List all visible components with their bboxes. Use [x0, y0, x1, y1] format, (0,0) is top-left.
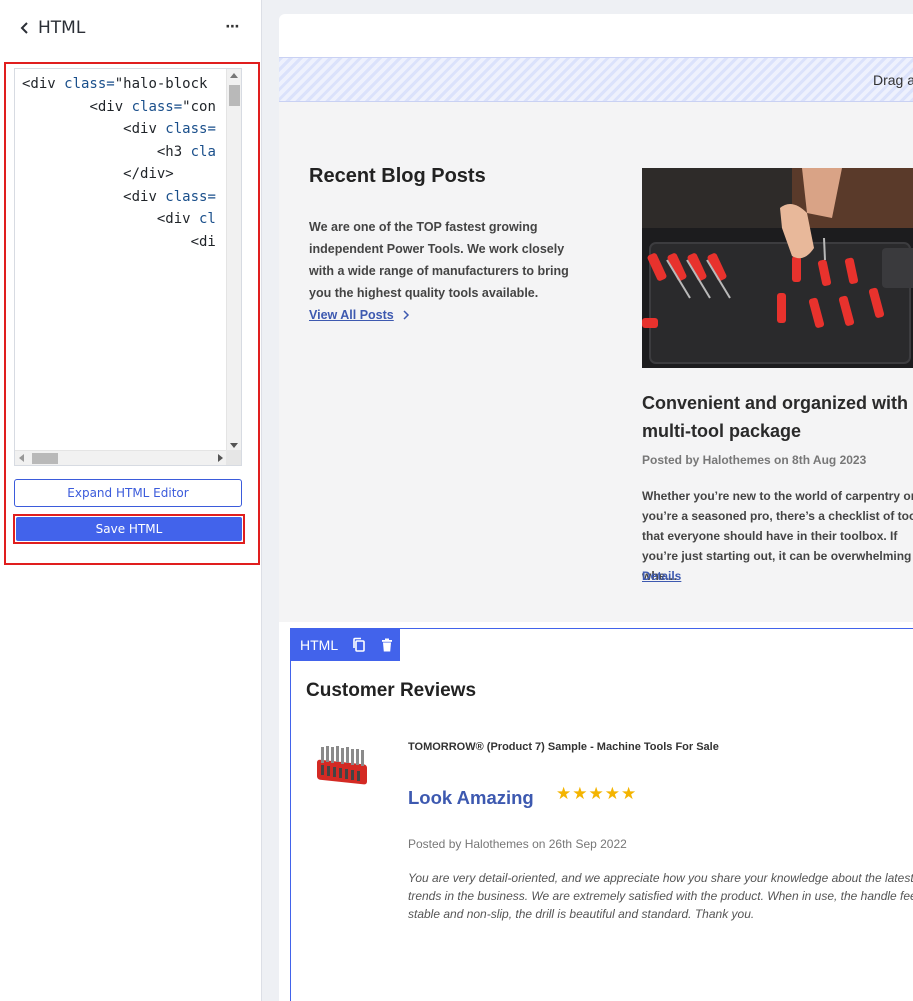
code-attr: class= [123, 98, 183, 115]
blog-post-image[interactable] [642, 168, 913, 368]
code-tag: <div [123, 188, 157, 205]
scroll-down-icon[interactable] [230, 443, 238, 448]
code-line[interactable]: </div> [22, 163, 216, 186]
review-body: You are very detail-oriented, and we app… [408, 871, 913, 921]
save-html-button[interactable]: Save HTML [16, 517, 242, 541]
horizontal-scroll-thumb[interactable] [32, 453, 58, 464]
vertical-scroll-thumb[interactable] [229, 85, 240, 106]
scroll-left-icon[interactable] [19, 454, 24, 462]
blog-post-meta: Posted by Halothemes on 8th Aug 2023 [642, 453, 867, 467]
blog-section[interactable]: Recent Blog Posts We are one of the TOP … [279, 102, 913, 622]
more-options-icon[interactable]: ⋯ [222, 17, 242, 37]
code-tag: </div> [123, 166, 174, 182]
reviews-heading: Customer Reviews [306, 680, 477, 701]
scroll-up-icon[interactable] [230, 73, 238, 78]
code-lines: <div class="halo-block <div class="con <… [22, 73, 216, 253]
code-attr: cl [190, 211, 216, 227]
blog-post-title[interactable]: Convenient and organized with multi-tool… [642, 389, 913, 445]
back-button[interactable]: HTML [18, 17, 98, 39]
review-meta: Posted by Halothemes on 26th Sep 2022 [408, 837, 627, 851]
code-attr: cla [182, 143, 216, 160]
drag-drop-zone[interactable]: Drag a [279, 57, 913, 102]
view-all-label: View All Posts [309, 308, 394, 322]
code-value: "halo-block [114, 76, 208, 92]
code-line[interactable]: <di [22, 231, 216, 254]
tool-case-photo [642, 168, 913, 368]
code-tag: <di [190, 233, 216, 250]
block-type-label: HTML [300, 637, 339, 653]
expand-html-editor-button[interactable]: Expand HTML Editor [14, 479, 242, 507]
blog-post-details-link[interactable]: Details [642, 569, 681, 583]
code-line[interactable]: <div class= [22, 186, 216, 209]
bit-set-photo [317, 746, 367, 785]
review-product-image[interactable] [313, 737, 373, 787]
code-line[interactable]: <div class="halo-block [22, 73, 216, 96]
vertical-scrollbar[interactable] [226, 69, 241, 452]
code-line[interactable]: <div cl [22, 208, 216, 231]
review-product-name[interactable]: TOMORROW® (Product 7) Sample - Machine T… [408, 741, 719, 753]
view-all-posts-link[interactable]: View All Posts [309, 308, 410, 322]
code-attr: class= [156, 188, 216, 205]
blog-description: We are one of the TOP fastest growing in… [309, 220, 569, 300]
chevron-left-icon [20, 22, 28, 34]
scroll-corner [226, 450, 241, 465]
html-code-editor[interactable]: <div class="halo-block <div class="con <… [14, 68, 242, 466]
code-tag: <div [89, 98, 124, 115]
panel-title: HTML [38, 18, 86, 38]
save-button-highlight: Save HTML [13, 514, 245, 544]
drag-hint: Drag a [873, 72, 913, 88]
html-settings-panel: HTML ⋯ <div class="halo-block <div class… [0, 0, 262, 1001]
customer-reviews-block[interactable]: HTML Customer Reviews TOMORROW® (Product… [290, 628, 913, 1001]
code-value: "con [182, 98, 216, 115]
code-line[interactable]: <div class="con [22, 96, 216, 119]
copy-icon[interactable] [351, 637, 367, 653]
blog-post-excerpt: Whether you’re new to the world of carpe… [642, 489, 913, 583]
chevron-right-icon [403, 310, 409, 320]
code-tag: <div [22, 76, 56, 92]
scroll-right-icon[interactable] [218, 454, 223, 462]
panel-header: HTML ⋯ [0, 0, 262, 56]
code-tag: <h3 [156, 143, 183, 160]
review-title: Look Amazing [408, 787, 534, 808]
code-line[interactable]: <div class= [22, 118, 216, 141]
trash-icon[interactable] [379, 637, 395, 653]
code-line[interactable]: <h3 cla [22, 141, 216, 164]
horizontal-scrollbar[interactable] [15, 450, 227, 465]
page-preview: Drag a Recent Blog Posts We are one of t… [279, 14, 913, 1001]
html-block-toolbar: HTML [291, 629, 400, 661]
code-tag: <div [156, 211, 191, 227]
code-attr: class= [55, 76, 115, 92]
code-tag: <div [123, 121, 157, 137]
star-rating: ★★★★★ [556, 784, 638, 803]
code-attr: class= [156, 121, 216, 137]
blog-heading: Recent Blog Posts [309, 165, 486, 187]
